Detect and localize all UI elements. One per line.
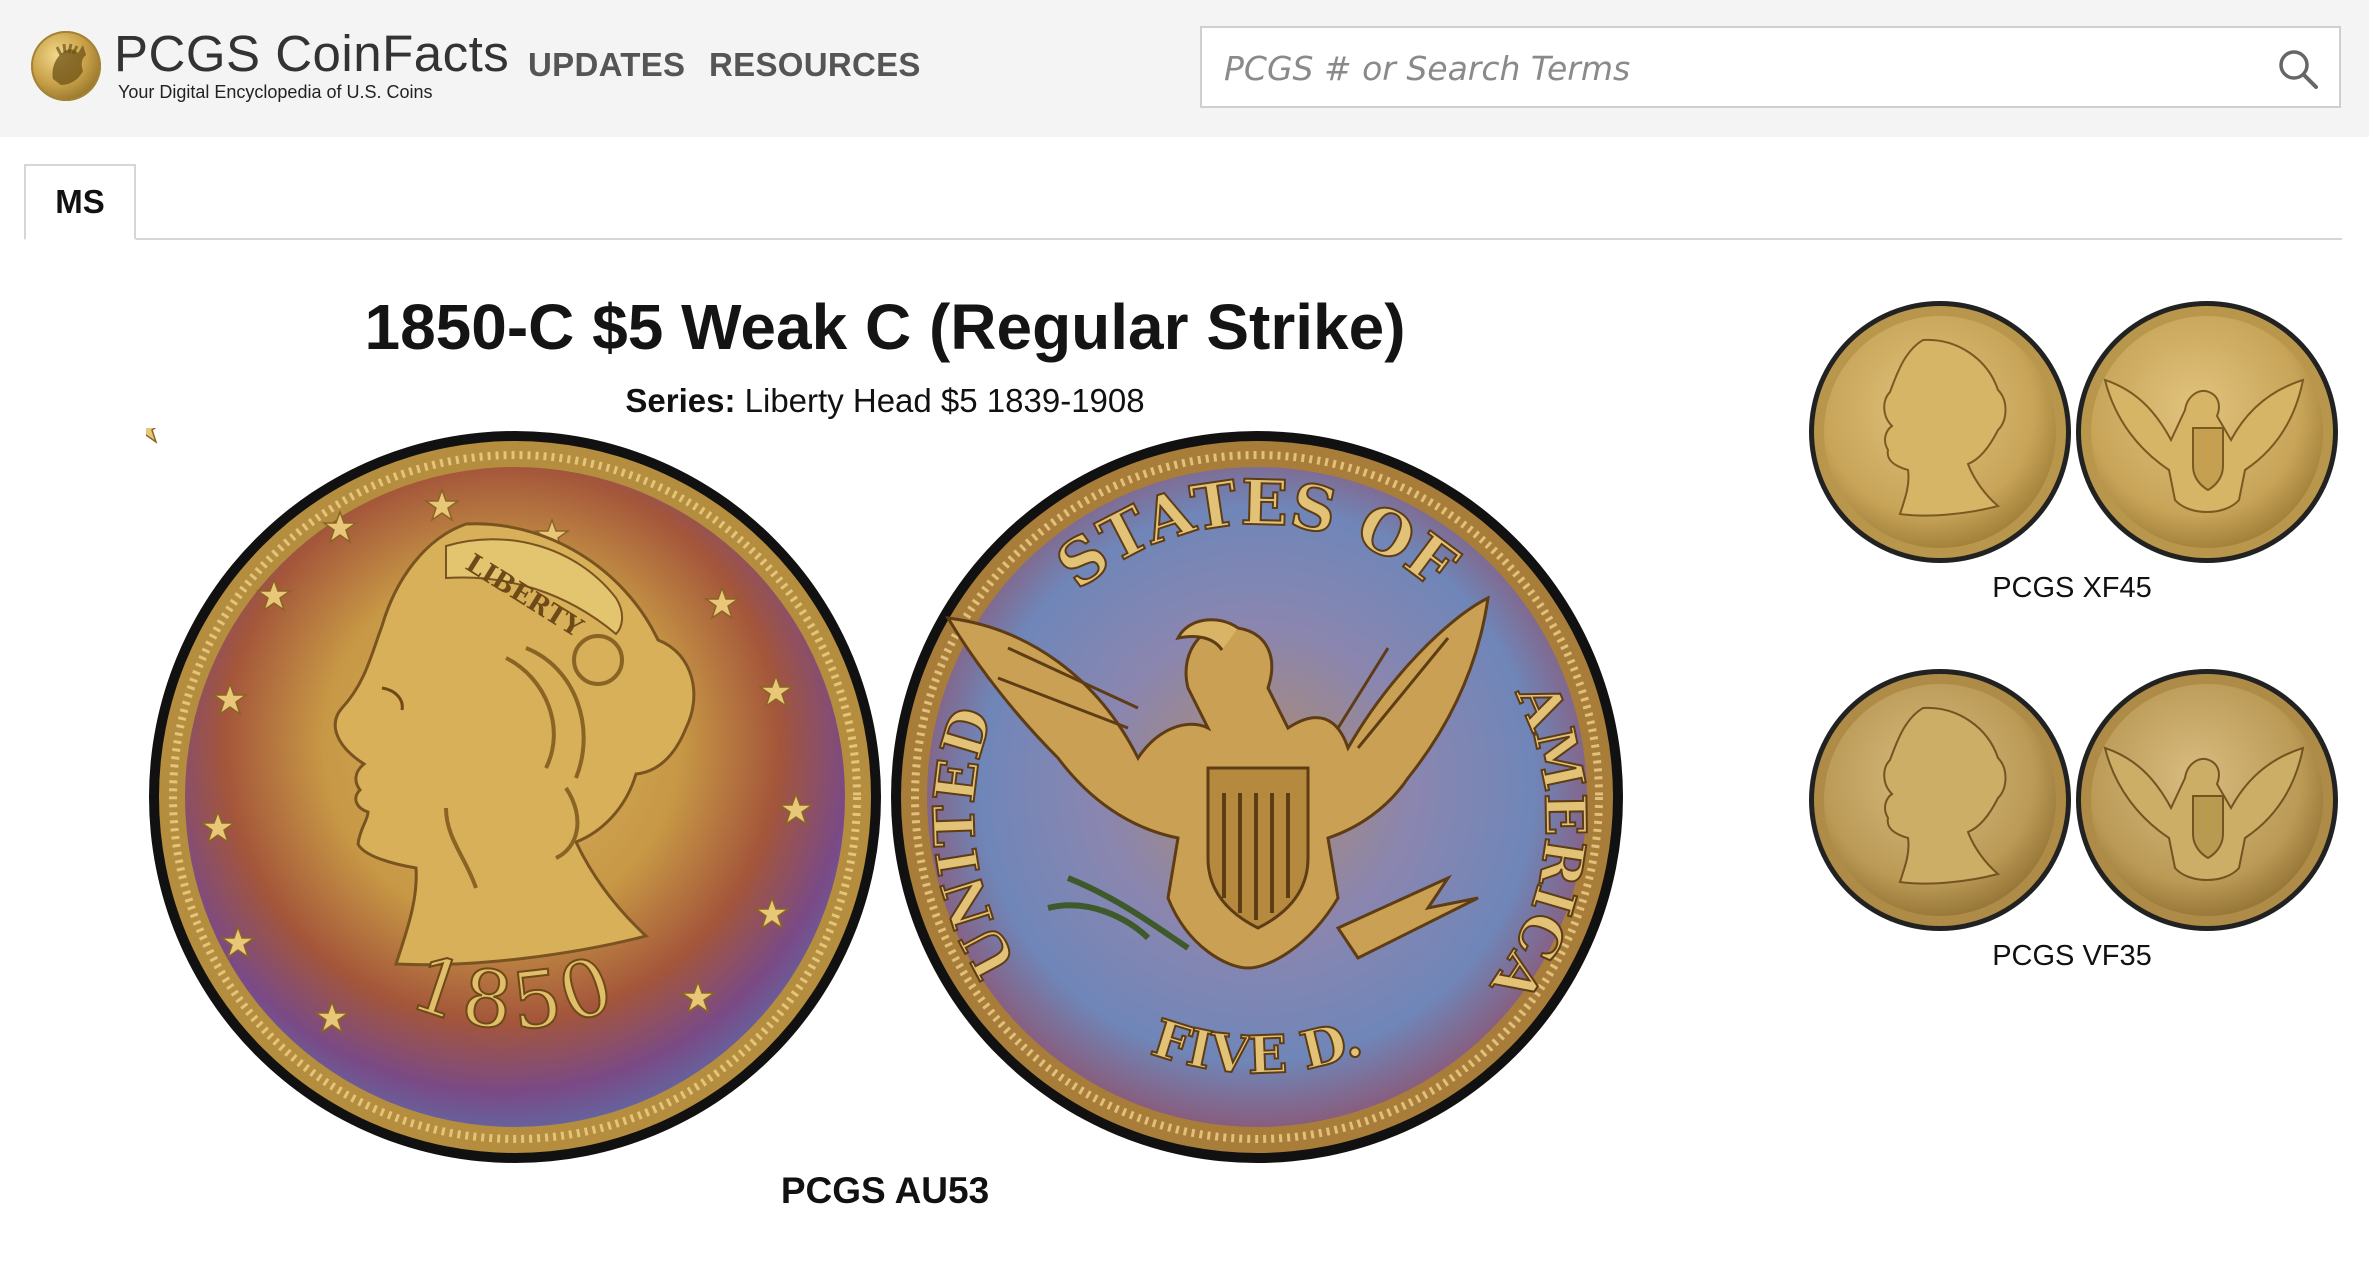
series-link[interactable]: Liberty Head $5 1839-1908 xyxy=(745,382,1145,419)
xf45-grade: PCGS XF45 xyxy=(1992,572,2152,604)
reverse-image[interactable]: STATES OF UNITED AMERICA FIVE D. xyxy=(888,428,1626,1166)
search-box xyxy=(1200,26,2341,108)
obverse-image[interactable]: LIBERTY 1850 xyxy=(146,428,884,1166)
coin-title: 1850-C $5 Weak C (Regular Strike) xyxy=(364,291,1406,363)
xf45-reverse-image[interactable] xyxy=(2075,300,2339,564)
logo-subtitle: Your Digital Encyclopedia of U.S. Coins xyxy=(118,82,433,102)
pcgs-logo-icon[interactable] xyxy=(31,31,101,101)
nav-updates[interactable]: UPDATES xyxy=(528,46,685,84)
tab-ms[interactable]: MS xyxy=(24,164,136,240)
series-line: Series: Liberty Head $5 1839-1908 xyxy=(0,382,1770,420)
vf35-obverse-image[interactable] xyxy=(1808,668,2072,932)
vf35-grade: PCGS VF35 xyxy=(1992,940,2152,972)
search-icon[interactable] xyxy=(2277,48,2319,90)
search-input[interactable] xyxy=(1224,42,2224,94)
series-label: Series: xyxy=(625,382,736,419)
logo-title[interactable]: PCGS CoinFacts xyxy=(114,24,509,83)
xf45-obverse-image[interactable] xyxy=(1808,300,2072,564)
nav-resources[interactable]: RESOURCES xyxy=(709,46,921,84)
site-header: PCGS CoinFacts Your Digital Encyclopedia… xyxy=(0,0,2369,137)
main-grade: PCGS AU53 xyxy=(780,1170,990,1211)
grade-tabs: MS xyxy=(24,164,2342,240)
vf35-reverse-image[interactable] xyxy=(2075,668,2339,932)
